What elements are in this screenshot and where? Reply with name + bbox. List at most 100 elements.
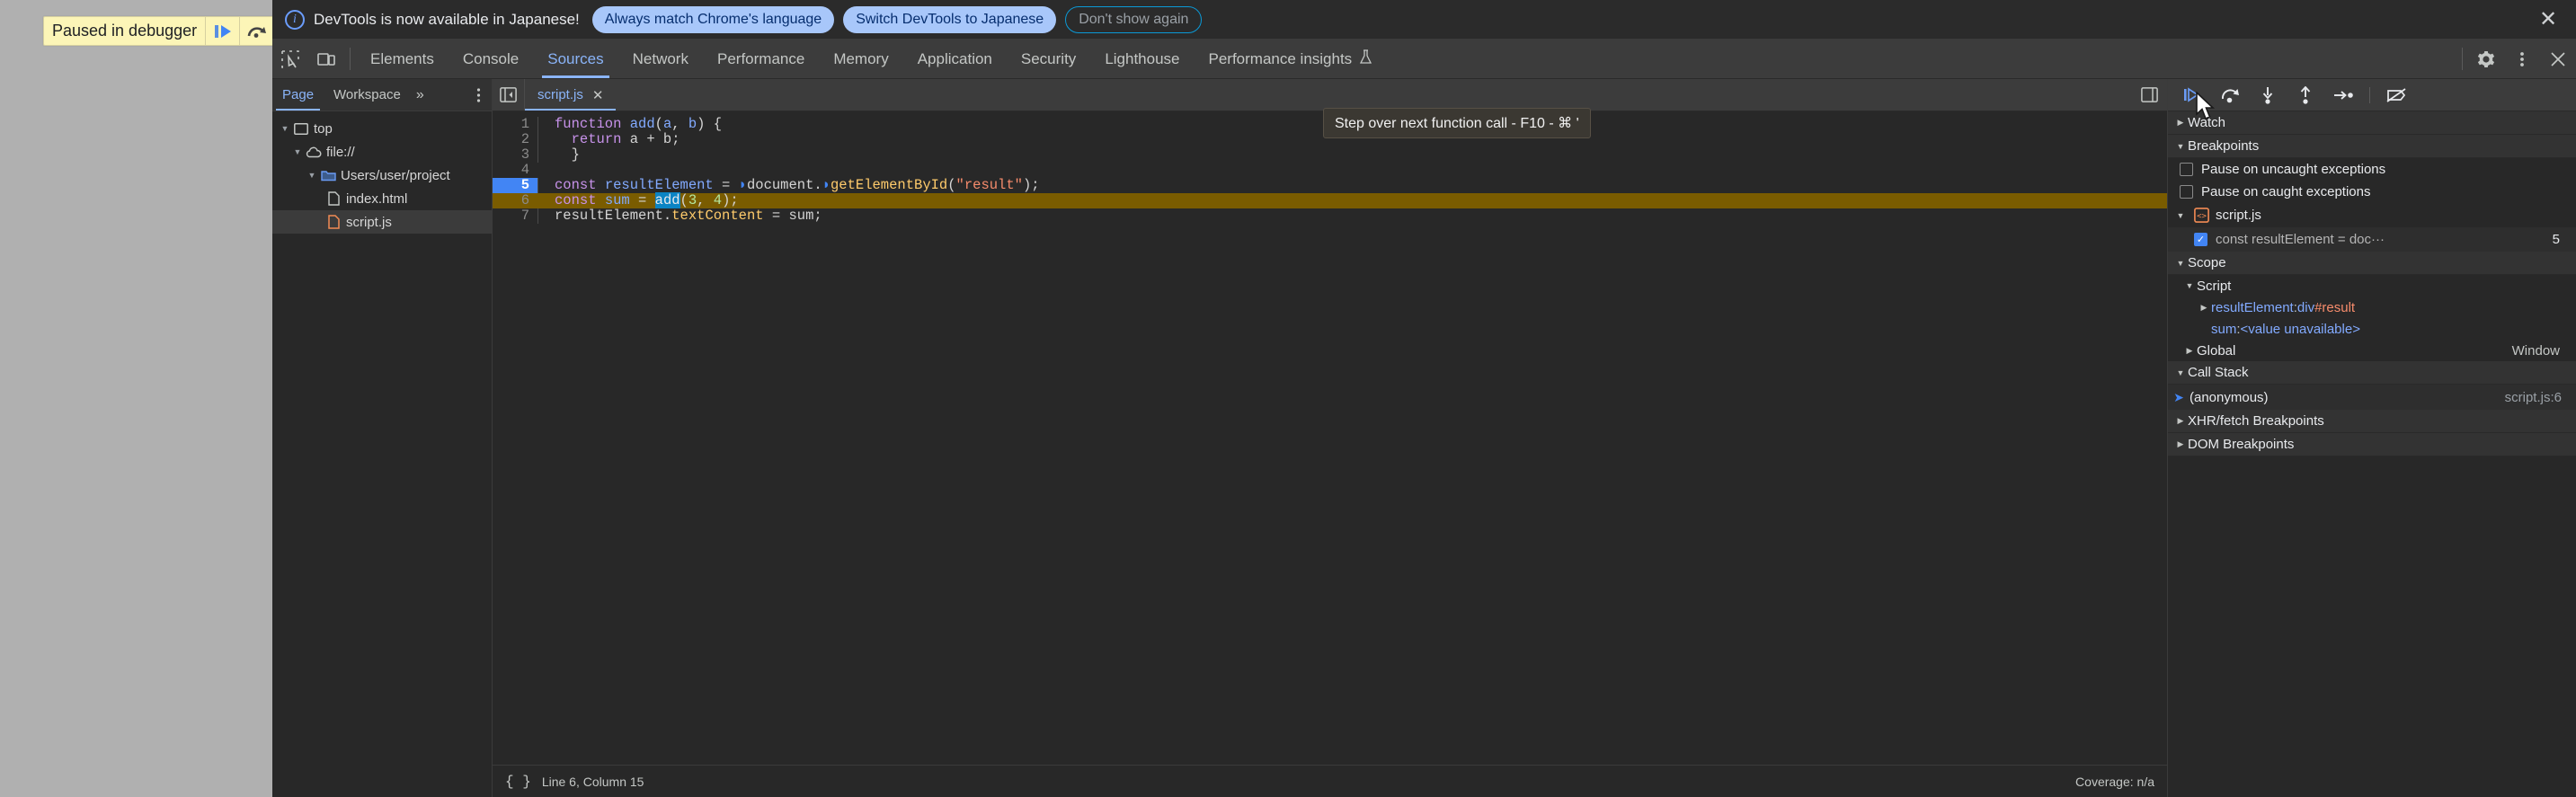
step-out-icon[interactable] <box>2294 84 2317 107</box>
editor-tab-script-js[interactable]: script.js ✕ <box>525 79 617 111</box>
chevron-down-icon[interactable]: ▼ <box>290 147 305 156</box>
close-icon[interactable]: ✕ <box>2533 4 2563 35</box>
nav-tab-page[interactable]: Page <box>272 79 324 111</box>
scope-group-script[interactable]: ▼ Script <box>2168 275 2576 297</box>
line-number[interactable]: 7 <box>493 208 537 224</box>
more-vertical-icon[interactable] <box>2504 40 2540 78</box>
chevron-right-icon[interactable]: ▶ <box>2182 346 2197 356</box>
tab-memory[interactable]: Memory <box>819 40 902 78</box>
tab-lighthouse[interactable]: Lighthouse <box>1090 40 1194 78</box>
call-stack-frame[interactable]: ➤ (anonymous) script.js:6 <box>2168 385 2576 410</box>
pause-on-uncaught-exceptions-row[interactable]: Pause on uncaught exceptions <box>2168 158 2576 181</box>
code-line[interactable]: 6 const sum = add(3, 4); <box>493 192 2167 208</box>
tab-security[interactable]: Security <box>1007 40 1090 78</box>
scope-group-global[interactable]: ▶ Global Window <box>2168 340 2576 361</box>
tree-item-project-folder[interactable]: ▼ Users/user/project <box>272 164 492 187</box>
source-editor: script.js ✕ 1 function add(a, b) {2 retur… <box>493 79 2167 797</box>
checkbox[interactable]: ✓ <box>2194 233 2207 246</box>
scope-var-value: <value unavailable> <box>2240 321 2360 337</box>
line-number[interactable]: 4 <box>493 163 537 178</box>
code-view[interactable]: 1 function add(a, b) {2 return a + b; 3 } 4… <box>493 111 2167 765</box>
chevron-down-icon[interactable]: ▼ <box>305 171 319 180</box>
tree-item-index-html[interactable]: index.html <box>272 187 492 210</box>
line-number[interactable]: 2 <box>493 132 537 147</box>
section-dom-breakpoints[interactable]: ▶ DOM Breakpoints <box>2168 433 2576 456</box>
code-line[interactable]: 7 resultElement.textContent = sum; <box>493 208 2167 224</box>
inspect-element-icon[interactable] <box>272 40 308 78</box>
code-token: ( <box>654 116 663 132</box>
language-notification-bar: i DevTools is now available in Japanese!… <box>272 0 2576 40</box>
tab-console[interactable]: Console <box>449 40 533 78</box>
scope-row-sum[interactable]: sum : <value unavailable> <box>2168 318 2576 340</box>
close-icon[interactable] <box>2540 40 2576 78</box>
step-over-icon[interactable] <box>2218 84 2242 107</box>
tab-elements[interactable]: Elements <box>356 40 449 78</box>
section-title: Scope <box>2188 255 2226 270</box>
tree-item-top[interactable]: ▼ top <box>272 117 492 140</box>
step-into-icon[interactable] <box>2256 84 2279 107</box>
step-over-icon[interactable] <box>239 17 273 45</box>
dont-show-again-button[interactable]: Don't show again <box>1065 5 1203 33</box>
code-line[interactable]: 3 } <box>493 147 2167 163</box>
section-call-stack[interactable]: ▼ Call Stack <box>2168 361 2576 385</box>
code-token: a + b; <box>621 131 680 147</box>
tab-sources[interactable]: Sources <box>533 40 617 78</box>
scope-row-resultelement[interactable]: ▶ resultElement : div #result <box>2168 297 2576 318</box>
scope-group-title: Global <box>2197 342 2236 359</box>
more-tabs-chevron-icon[interactable]: » <box>411 79 430 111</box>
gear-icon[interactable] <box>2468 40 2504 78</box>
resume-script-execution-icon[interactable] <box>205 17 239 45</box>
step-icon[interactable] <box>2332 84 2355 107</box>
code-line-text[interactable]: const sum = add(3, 4); <box>537 192 2167 208</box>
tree-item-script-js[interactable]: script.js <box>272 210 492 234</box>
code-token: resultElement <box>596 177 723 193</box>
breakpoint-file-script-js[interactable]: ▼ <> script.js <box>2168 203 2576 227</box>
code-line[interactable]: 5 const resultElement = ◗document.◗getEle… <box>493 178 2167 193</box>
pause-on-caught-exceptions-row[interactable]: Pause on caught exceptions <box>2168 181 2576 203</box>
close-icon[interactable]: ✕ <box>592 87 604 103</box>
line-number[interactable]: 3 <box>493 147 537 163</box>
code-line[interactable]: 4 <box>493 163 2167 178</box>
switch-devtools-to-japanese-button[interactable]: Switch DevTools to Japanese <box>843 5 1057 33</box>
section-xhr-fetch-breakpoints[interactable]: ▶ XHR/fetch Breakpoints <box>2168 410 2576 433</box>
checkbox[interactable] <box>2180 185 2193 199</box>
deactivate-breakpoints-icon[interactable] <box>2385 84 2408 107</box>
call-stack-frame-location: script.js:6 <box>2504 389 2562 405</box>
coverage-label: Coverage: n/a <box>2075 774 2154 789</box>
section-title: Call Stack <box>2188 365 2249 380</box>
chevron-right-icon[interactable]: ▶ <box>2197 303 2211 313</box>
code-line-text[interactable]: resultElement.textContent = sum; <box>537 208 2167 224</box>
code-token: ( <box>680 192 688 208</box>
tab-performance[interactable]: Performance <box>703 40 819 78</box>
tab-application[interactable]: Application <box>903 40 1007 78</box>
collapse-sidebar-icon[interactable] <box>493 79 525 111</box>
chevron-down-icon[interactable]: ▼ <box>278 124 292 133</box>
show-navigator-icon[interactable] <box>2131 79 2167 111</box>
tab-network[interactable]: Network <box>618 40 703 78</box>
line-number[interactable]: 5 <box>493 178 537 193</box>
section-scope[interactable]: ▼ Scope <box>2168 252 2576 275</box>
breakpoint-item[interactable]: ✓ const resultElement = doc··· 5 <box>2168 227 2576 252</box>
nav-tab-workspace[interactable]: Workspace <box>324 79 411 111</box>
code-line-text[interactable]: } <box>537 147 2167 163</box>
debugger-sidebar: Step over next function call - F10 - ⌘ '… <box>1323 79 2576 797</box>
line-number[interactable]: 1 <box>493 117 537 132</box>
more-vertical-icon[interactable] <box>465 79 492 111</box>
code-token: ); <box>1022 177 1040 193</box>
tab-label: Memory <box>833 49 889 67</box>
code-token: add <box>629 116 655 132</box>
chevron-down-icon: ▼ <box>2185 281 2194 290</box>
always-match-chrome-language-button[interactable]: Always match Chrome's language <box>591 5 835 33</box>
tab-label: Lighthouse <box>1105 49 1180 67</box>
pretty-print-icon[interactable]: { } <box>505 774 531 790</box>
tab-performance-insights[interactable]: Performance insights <box>1195 40 1388 78</box>
tree-item-file-origin[interactable]: ▼ file:// <box>272 140 492 164</box>
code-line-text[interactable]: const resultElement = ◗document.◗getElem… <box>537 178 2167 193</box>
section-breakpoints[interactable]: ▼ Breakpoints <box>2168 135 2576 158</box>
code-token: ◗ <box>822 177 831 193</box>
section-watch[interactable]: ▶ Watch <box>2168 111 2576 135</box>
device-toolbar-icon[interactable] <box>308 40 344 78</box>
line-number[interactable]: 6 <box>493 193 537 208</box>
checkbox[interactable] <box>2180 163 2193 176</box>
